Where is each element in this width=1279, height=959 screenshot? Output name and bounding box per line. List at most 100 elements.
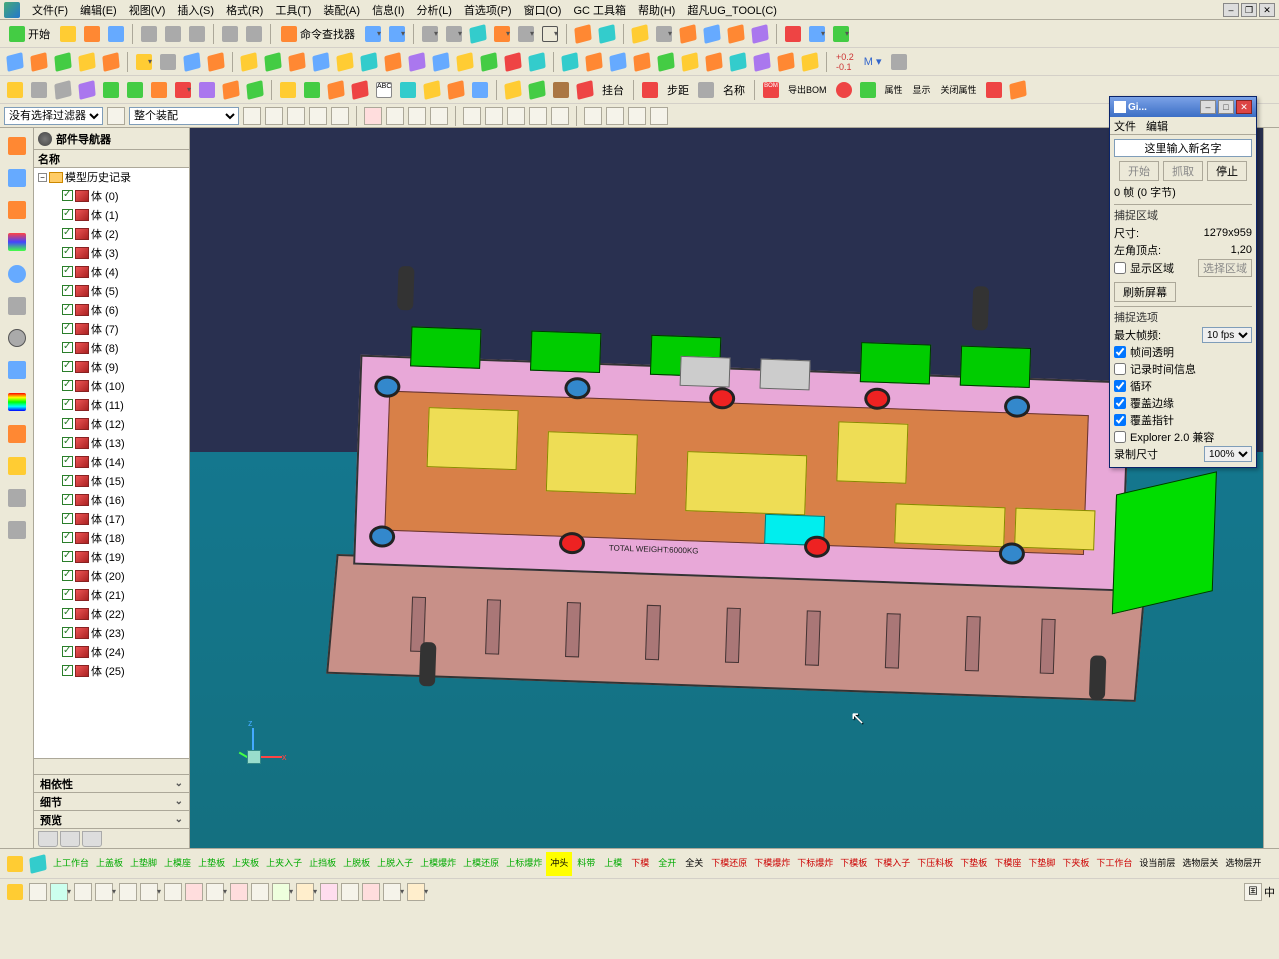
r2-d[interactable]: ▾ — [76, 51, 98, 73]
r3-t[interactable] — [526, 79, 548, 101]
menu-help[interactable]: 帮助(H) — [632, 0, 681, 20]
r3-q[interactable] — [445, 79, 467, 101]
r2-ad[interactable]: ▾ — [727, 51, 749, 73]
section-dependencies[interactable]: 相依性⌄ — [34, 774, 189, 792]
checkbox-icon[interactable] — [62, 513, 73, 524]
r3-copy[interactable] — [695, 79, 717, 101]
rb-part-navigator[interactable] — [5, 134, 29, 158]
cut-button[interactable] — [138, 23, 160, 45]
mold-layer-btn-15[interactable]: 上模 — [600, 852, 626, 876]
mold-layer-btn-19[interactable]: 下模还原 — [708, 852, 750, 876]
screen-capture-dialog[interactable]: Gi... – □ ✕ 文件 编辑 开始 抓取 停止 0 帧 (0 字节) 捕捉… — [1109, 96, 1257, 468]
fb-k[interactable] — [485, 107, 503, 125]
mold-layer-btn-21[interactable]: 下标爆炸 — [794, 852, 836, 876]
r2-r[interactable] — [430, 51, 452, 73]
checkbox-icon[interactable] — [62, 247, 73, 258]
checkbox-icon[interactable] — [62, 380, 73, 391]
b2-b[interactable] — [50, 883, 68, 901]
r3-e[interactable] — [124, 79, 146, 101]
r2-v[interactable] — [526, 51, 548, 73]
mold-layer-btn-2[interactable]: 上垫脚 — [127, 852, 160, 876]
checkbox-icon[interactable] — [62, 228, 73, 239]
checkbox-icon[interactable] — [62, 418, 73, 429]
r3-u[interactable] — [550, 79, 572, 101]
bb-lamp[interactable] — [4, 853, 26, 875]
checkbox-icon[interactable] — [62, 456, 73, 467]
r2-g[interactable] — [157, 51, 179, 73]
r3-h[interactable] — [196, 79, 218, 101]
r2-y[interactable]: ▾ — [607, 51, 629, 73]
b2-q[interactable] — [383, 883, 401, 901]
b2-i[interactable] — [206, 883, 224, 901]
mold-layer-btn-31[interactable]: 选物层关 — [1179, 852, 1221, 876]
fb-o[interactable] — [584, 107, 602, 125]
restore-button[interactable]: ❐ — [1241, 3, 1257, 17]
open-button[interactable] — [81, 23, 103, 45]
r2-h[interactable] — [181, 51, 203, 73]
asm-d[interactable] — [701, 23, 723, 45]
closeattr-label[interactable]: 关闭属性 — [937, 83, 981, 96]
fb-q[interactable] — [628, 107, 646, 125]
asm-b[interactable]: ▾ — [653, 23, 675, 45]
selection-filter-select[interactable]: 没有选择过滤器 — [4, 107, 103, 125]
r2-s[interactable] — [454, 51, 476, 73]
minimize-button[interactable]: – — [1223, 3, 1239, 17]
r2-u[interactable] — [502, 51, 524, 73]
nav-tab-2[interactable] — [60, 831, 80, 847]
checkbox-icon[interactable] — [62, 266, 73, 277]
asm-f[interactable]: ▾ — [749, 23, 771, 45]
tree-item-body-13[interactable]: 体 (13) — [34, 433, 189, 452]
assembly-scope-select[interactable]: 整个装配 — [129, 107, 239, 125]
b2-h[interactable] — [185, 883, 203, 901]
redo-button[interactable] — [243, 23, 265, 45]
r3-search[interactable] — [28, 79, 50, 101]
fb-n[interactable] — [551, 107, 569, 125]
r2-i[interactable]: ▾ — [205, 51, 227, 73]
b2-k[interactable] — [251, 883, 269, 901]
rb-save[interactable] — [5, 518, 29, 542]
dialog-titlebar[interactable]: Gi... – □ ✕ — [1110, 97, 1256, 117]
grab-frame-button[interactable]: 抓取 — [1163, 161, 1203, 181]
tree-item-body-21[interactable]: 体 (21) — [34, 585, 189, 604]
b2-lamp[interactable] — [4, 881, 26, 903]
asm-c[interactable]: ▾ — [677, 23, 699, 45]
menu-ugtool[interactable]: 超凡UG_TOOL(C) — [681, 0, 783, 20]
command-finder-button[interactable]: 命令查找器 — [276, 23, 360, 45]
r3-s[interactable] — [502, 79, 524, 101]
checkbox-icon[interactable] — [62, 665, 73, 676]
fb-m[interactable] — [529, 107, 547, 125]
mold-layer-btn-18[interactable]: 全关 — [681, 852, 707, 876]
b2-f[interactable] — [140, 883, 158, 901]
tree-item-body-10[interactable]: 体 (10) — [34, 376, 189, 395]
mold-layer-btn-23[interactable]: 下模入子 — [871, 852, 913, 876]
b2-c[interactable] — [74, 883, 92, 901]
tree-item-body-7[interactable]: 体 (7) — [34, 319, 189, 338]
r3-c[interactable] — [76, 79, 98, 101]
edges-button[interactable]: ▾ — [515, 23, 537, 45]
nav-tab-1[interactable] — [38, 831, 58, 847]
rb-history[interactable] — [5, 294, 29, 318]
render-button[interactable]: ▾ — [467, 23, 489, 45]
r3-g[interactable]: ▾ — [172, 79, 194, 101]
b2-g[interactable] — [164, 883, 182, 901]
tree-item-body-3[interactable]: 体 (3) — [34, 243, 189, 262]
section-button[interactable] — [596, 23, 618, 45]
mold-layer-btn-27[interactable]: 下垫脚 — [1025, 852, 1058, 876]
fb-b[interactable] — [265, 107, 283, 125]
fb-p[interactable] — [606, 107, 624, 125]
r2-e[interactable] — [100, 51, 122, 73]
r2-f[interactable]: ▾ — [133, 51, 155, 73]
b2-n[interactable] — [320, 883, 338, 901]
dim-b[interactable]: ▾ — [806, 23, 828, 45]
asm-a[interactable] — [629, 23, 651, 45]
checkbox-icon[interactable] — [62, 323, 73, 334]
mold-layer-btn-24[interactable]: 下压料板 — [914, 852, 956, 876]
tree-item-body-5[interactable]: 体 (5) — [34, 281, 189, 300]
fb-r[interactable] — [650, 107, 668, 125]
tree-item-body-11[interactable]: 体 (11) — [34, 395, 189, 414]
dialog-maximize-button[interactable]: □ — [1218, 100, 1234, 114]
undo-button[interactable] — [219, 23, 241, 45]
tree-item-body-20[interactable]: 体 (20) — [34, 566, 189, 585]
section-details[interactable]: 细节⌄ — [34, 792, 189, 810]
tree-item-body-23[interactable]: 体 (23) — [34, 623, 189, 642]
